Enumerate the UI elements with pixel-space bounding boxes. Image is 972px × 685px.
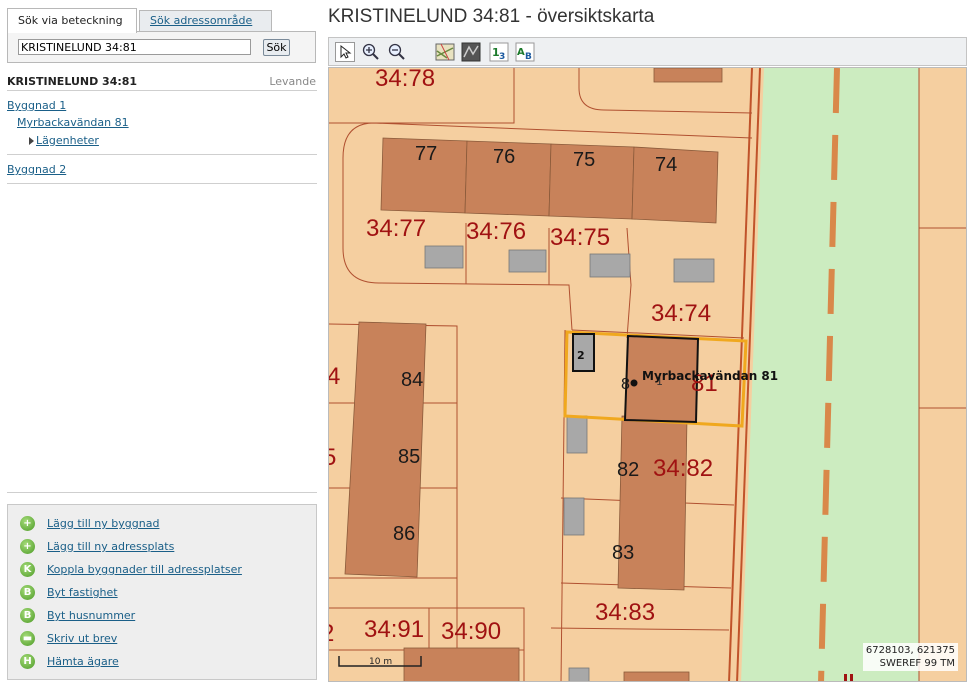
scale-label: 10 m: [369, 657, 392, 667]
search-tabs: Sök via beteckning Sök adressområde: [7, 8, 317, 33]
svg-text:B: B: [525, 52, 532, 62]
house-number: 85: [398, 446, 420, 468]
action-label[interactable]: Lägg till ny adressplats: [47, 540, 174, 553]
left-panel: Sök via beteckning Sök adressområde Sök …: [0, 0, 322, 685]
house-number: 82: [617, 459, 639, 481]
house-number: 77: [415, 143, 437, 165]
address-label: Myrbackavändan 81: [642, 369, 778, 383]
tab-search-address-area[interactable]: Sök adressområde: [139, 10, 272, 31]
divider: [7, 492, 317, 493]
coordinates: 6728103, 621375: [865, 645, 955, 656]
actions-panel: + Lägg till ny byggnad + Lägg till ny ad…: [7, 504, 317, 680]
tree-item-address[interactable]: Myrbackavändan 81: [17, 116, 129, 129]
labels-layer-icon[interactable]: AB: [515, 42, 535, 62]
svg-text:3: 3: [499, 52, 505, 62]
parcel-label: 34:91: [364, 616, 424, 643]
house-number: 8: [621, 376, 630, 393]
tree-item-building-2[interactable]: Byggnad 2: [7, 163, 66, 176]
action-label[interactable]: Byt fastighet: [47, 586, 118, 599]
orthophoto-icon[interactable]: [461, 42, 481, 62]
action-label[interactable]: Koppla byggnader till adressplatser: [47, 563, 242, 576]
tab-search-designation[interactable]: Sök via beteckning: [7, 8, 137, 33]
parcel-label: 34:76: [466, 218, 526, 245]
expand-arrow-icon[interactable]: [29, 137, 34, 145]
zoom-out-icon[interactable]: [387, 42, 407, 62]
zoom-in-icon[interactable]: [361, 42, 381, 62]
parcel-label: 2: [329, 620, 334, 647]
pointer-tool-icon[interactable]: [335, 42, 355, 62]
tree-item-apartments[interactable]: Lägenheter: [36, 134, 99, 147]
parcel-label: 34:75: [550, 224, 610, 251]
search-input[interactable]: [18, 39, 251, 55]
map-canvas[interactable]: 34:78 34:77 34:76 34:75 34:74 34:82 34:8…: [328, 67, 967, 682]
map-drawing: 34:78 34:77 34:76 34:75 34:74 34:82 34:8…: [329, 68, 966, 681]
b-icon: B: [20, 608, 35, 623]
b-icon: B: [20, 585, 35, 600]
house-number: 86: [393, 523, 415, 545]
coordinate-readout: 6728103, 621375 SWEREF 99 TM: [862, 643, 958, 671]
svg-text:A: A: [517, 47, 525, 58]
divider: [7, 154, 317, 155]
divider: [7, 90, 317, 91]
numbers-layer-icon[interactable]: 13: [489, 42, 509, 62]
parcel-label: 4: [329, 363, 340, 390]
plus-icon: +: [20, 516, 35, 531]
action-label[interactable]: Lägg till ny byggnad: [47, 517, 159, 530]
map-layer-icon[interactable]: [435, 42, 455, 62]
house-number: 74: [655, 154, 677, 176]
house-number: 76: [493, 146, 515, 168]
property-title: KRISTINELUND 34:81: [7, 75, 138, 88]
parcel-label: 34:77: [366, 215, 426, 242]
house-number: 84: [401, 369, 423, 391]
building-number: 2: [577, 349, 585, 362]
parcel-label: 34:82: [653, 455, 713, 482]
h-icon: H: [20, 654, 35, 669]
house-number: 83: [612, 542, 634, 564]
parcel-label: 34:90: [441, 618, 501, 645]
divider: [7, 183, 317, 184]
action-label[interactable]: Hämta ägare: [47, 655, 119, 668]
search-box: Sök: [7, 31, 316, 63]
house-number: 75: [573, 149, 595, 171]
tree-item-building-1[interactable]: Byggnad 1: [7, 99, 66, 112]
printer-icon: ▬: [20, 631, 35, 646]
map-toolbar: 13 AB: [328, 37, 967, 66]
parcel-label: 5: [329, 444, 336, 471]
action-label[interactable]: Byt husnummer: [47, 609, 135, 622]
property-status: Levande: [269, 75, 316, 88]
search-button[interactable]: Sök: [263, 39, 290, 56]
k-icon: K: [20, 562, 35, 577]
plus-icon: +: [20, 539, 35, 554]
map-title: KRISTINELUND 34:81 - översiktskarta: [328, 6, 655, 27]
parcel-label: 34:83: [595, 599, 655, 626]
crs-label: SWEREF 99 TM: [879, 658, 955, 669]
action-label[interactable]: Skriv ut brev: [47, 632, 117, 645]
parcel-label: 34:74: [651, 300, 711, 327]
parcel-label: 34:78: [375, 68, 435, 92]
